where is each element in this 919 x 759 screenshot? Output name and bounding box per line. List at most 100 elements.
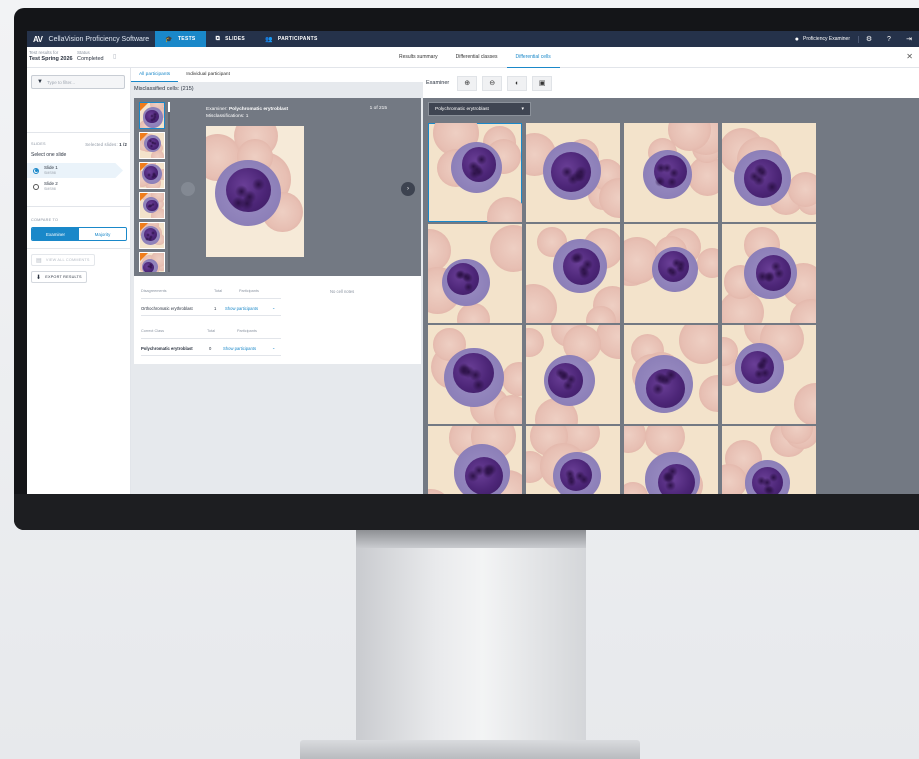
gallery-cell-image[interactable]: [428, 224, 522, 323]
cell-info: Examiner: Polychromatic erytroblast Misc…: [206, 107, 289, 119]
gallery-cell-image[interactable]: [526, 325, 620, 424]
correct-class: Polychromatic erytroblast: [141, 346, 193, 351]
cell-thumbnail[interactable]: [139, 132, 165, 159]
cell-notes: No cell notes: [330, 289, 355, 294]
thumbnail-strip: [137, 102, 171, 272]
gallery-cell-image[interactable]: [526, 224, 620, 323]
gallery-cell-image[interactable]: [428, 123, 522, 222]
close-icon[interactable]: ✕: [906, 52, 913, 61]
tab-differential-classes[interactable]: Differential classes: [447, 47, 507, 68]
gallery-cell-image[interactable]: [722, 325, 816, 424]
zoom-out-icon[interactable]: ⊖: [482, 75, 503, 91]
app-name: CellaVision Proficiency Software: [48, 35, 150, 43]
app-screen: AV CellaVision Proficiency Software 🎓 TE…: [27, 31, 919, 494]
cell-thumbnail[interactable]: [139, 222, 165, 249]
nav-tab-tests[interactable]: 🎓 TESTS: [155, 31, 206, 47]
misclassified-flag-icon: [140, 193, 148, 201]
help-icon[interactable]: ?: [879, 36, 899, 43]
user-icon: ●: [794, 35, 800, 43]
filter-input[interactable]: ▼ Type to filter...: [31, 75, 125, 89]
graduation-cap-icon: 🎓: [165, 36, 173, 43]
status-value: Completed: [77, 56, 104, 62]
correct-total: 0: [209, 346, 212, 351]
compare-majority-button[interactable]: Majority: [79, 228, 126, 240]
gallery-cell-image[interactable]: [624, 325, 718, 424]
attachment-icon[interactable]: ▯: [113, 53, 116, 60]
cell-thumbnail[interactable]: [139, 192, 165, 219]
view-comments-button[interactable]: ▤ VIEW ALL COMMENTS: [31, 254, 95, 266]
gallery-cell-image[interactable]: [722, 123, 816, 222]
image-toolbar: Examiner ⊕ ⊖ ◐ ▣: [423, 68, 919, 98]
misclassified-flag-icon: [140, 223, 148, 231]
gallery-cell-image[interactable]: [526, 123, 620, 222]
cell-thumbnail[interactable]: [139, 102, 165, 129]
select-one-slide-label: Select one slide: [31, 152, 67, 158]
nav-tab-participants[interactable]: 👥 PARTICIPANTS: [255, 31, 328, 47]
chevron-down-icon[interactable]: ⌄: [272, 305, 276, 310]
gallery-cell-image[interactable]: [428, 426, 522, 494]
chevron-down-icon[interactable]: ⌄: [272, 345, 276, 350]
cell-thumbnail[interactable]: [139, 162, 165, 189]
slides-icon: ⧉: [215, 35, 221, 42]
monitor-chin: [14, 494, 919, 530]
slides-label: SLIDES: [31, 142, 46, 146]
contrast-icon[interactable]: ◐: [507, 75, 528, 91]
slide-radio-1[interactable]: Slide 1 SMS98: [27, 163, 123, 178]
misclassified-flag-icon: [140, 163, 148, 171]
gallery-cell-image[interactable]: [624, 224, 718, 323]
nav-tab-slides[interactable]: ⧉ SLIDES: [206, 31, 255, 47]
classification-details: Disagreements Total Participants Orthoch…: [134, 276, 421, 364]
tab-individual-participant[interactable]: Individual participant: [178, 68, 238, 82]
status-info: Status Completed: [77, 50, 104, 62]
misclassified-count: Misclassified cells: (215): [134, 86, 194, 92]
gallery-cell-image[interactable]: [624, 123, 718, 222]
sidebar: ▼ Type to filter... SLIDES Selected slid…: [27, 68, 131, 494]
cell-thumbnail[interactable]: [139, 252, 165, 272]
gallery-cell-image[interactable]: [624, 426, 718, 494]
top-navbar: AV CellaVision Proficiency Software 🎓 TE…: [27, 31, 919, 47]
cell-large-image: [206, 126, 304, 257]
disagreement-total: 1: [214, 306, 217, 311]
gallery-cell-image[interactable]: [526, 426, 620, 494]
radio-selected-icon: [33, 167, 39, 174]
thumbnail-scrollbar[interactable]: [168, 102, 170, 272]
cell-viewer: Examiner: Polychromatic erytroblast Misc…: [134, 98, 421, 276]
slide-radio-2[interactable]: Slide 2 SMS98: [27, 179, 123, 194]
gallery-cell-image[interactable]: [722, 426, 816, 494]
filter-icon: ▼: [37, 79, 43, 85]
examiner-label: Examiner: [426, 80, 450, 86]
examiner-panel: Examiner ⊕ ⊖ ◐ ▣ Polychromatic erytrobla…: [423, 68, 919, 494]
settings-icon[interactable]: ⚙: [859, 35, 879, 43]
zoom-in-icon[interactable]: ⊕: [457, 75, 478, 91]
radio-icon: [33, 183, 39, 190]
monitor-base: [300, 740, 640, 759]
misclassified-flag-icon: [140, 133, 148, 141]
show-participants-link[interactable]: Show participants: [223, 346, 256, 351]
tab-all-participants[interactable]: All participants: [131, 68, 179, 82]
class-dropdown[interactable]: Polychromatic erytroblast ▾: [428, 102, 531, 116]
disagreement-class: Orthochromatic erythroblast: [141, 306, 193, 311]
monitor-stand: [356, 530, 586, 745]
show-participants-link[interactable]: Show participants: [225, 306, 258, 311]
compare-examiner-button[interactable]: Examiner: [32, 228, 79, 240]
selected-slides: Selected slides: 1 /2: [85, 142, 127, 147]
tab-differential-cells[interactable]: Differential cells: [506, 47, 560, 68]
app-logo: AV: [33, 34, 43, 44]
logout-icon[interactable]: ⇥: [899, 35, 919, 43]
compare-label: COMPARE TO: [31, 218, 59, 222]
test-name: Test Spring 2026: [29, 56, 73, 62]
people-icon: 👥: [265, 36, 273, 43]
image-toggle-icon[interactable]: ▣: [532, 75, 553, 91]
comments-icon: ▤: [36, 257, 42, 264]
export-results-button[interactable]: ⬇ EXPORT RESULTS: [31, 271, 87, 283]
user-menu[interactable]: ● Proficiency Examiner: [787, 35, 859, 43]
previous-cell-button[interactable]: [181, 182, 195, 196]
caret-down-icon: ▾: [521, 106, 524, 112]
gallery-cell-image[interactable]: [428, 325, 522, 424]
cell-counter: 1 of 215: [369, 106, 387, 111]
gallery-cell-image[interactable]: [722, 224, 816, 323]
cell-gallery: Polychromatic erytroblast ▾: [423, 98, 919, 494]
next-cell-button[interactable]: ›: [401, 182, 415, 196]
tab-results-summary[interactable]: Results summary: [390, 47, 447, 68]
misclassified-flag-icon: [140, 103, 148, 111]
